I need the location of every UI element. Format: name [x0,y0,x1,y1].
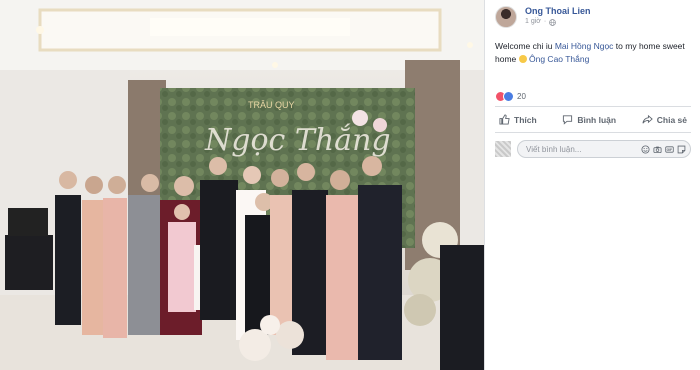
comment-button[interactable]: Bình luận [558,112,620,127]
emoji-icon[interactable] [641,144,650,154]
share-button[interactable]: Chia sẻ [638,112,691,127]
divider [495,132,691,133]
comment-placeholder: Viết bình luận... [526,144,582,154]
post-photo[interactable]: Ngọc Thắng TRÂU QUY [0,0,484,370]
like-reaction-icon [503,91,514,102]
gif-icon[interactable]: GIF [665,145,674,154]
backdrop-banner: TRÂU QUY [248,100,295,110]
post-text-prefix: Welcome chi iu [495,41,555,51]
mention-link-1[interactable]: Mai Hồng Ngọc [555,41,614,51]
post-text: Welcome chi iu Mai Hồng Ngọc to my home … [495,40,695,66]
like-button[interactable]: Thích [495,112,541,127]
share-label: Chia sẻ [656,114,687,125]
viewer-avatar [495,141,511,157]
backdrop-script: Ngọc Thắng [204,123,391,158]
reaction-count: 20 [517,92,526,101]
wedding-photo-illustration: Ngọc Thắng TRÂU QUY [0,0,484,370]
mention-link-2[interactable]: Ông Cao Thắng [529,54,589,64]
divider [495,106,691,107]
post-header: Ong Thoai Lien 1 giờ · [495,6,591,28]
post-meta: 1 giờ · [525,17,591,27]
share-icon [642,114,653,124]
dot-separator: · [543,18,547,25]
comment-label: Bình luận [577,114,617,125]
svg-text:GIF: GIF [667,148,672,152]
smile-emoji-icon [518,55,527,63]
globe-icon [549,18,557,26]
camera-icon[interactable] [653,145,662,154]
like-label: Thích [514,114,537,125]
comment-icon [563,115,573,125]
comment-composer: Viết bình luận... GIF [495,140,691,158]
post-sidebar: Ong Thoai Lien 1 giờ · Welcome chi iu Ma… [484,0,700,370]
author-block: Ong Thoai Lien 1 giờ · [525,6,591,28]
post-time[interactable]: 1 giờ [525,17,541,27]
author-name[interactable]: Ong Thoai Lien [525,6,591,17]
thumbs-up-icon [499,114,510,125]
author-avatar[interactable] [495,6,517,28]
reactions-summary[interactable]: 20 [495,91,526,102]
sticker-icon[interactable] [677,145,686,154]
post-actions: Thích Bình luận Chia sẻ [495,112,691,127]
comment-input[interactable]: Viết bình luận... GIF [517,140,691,158]
